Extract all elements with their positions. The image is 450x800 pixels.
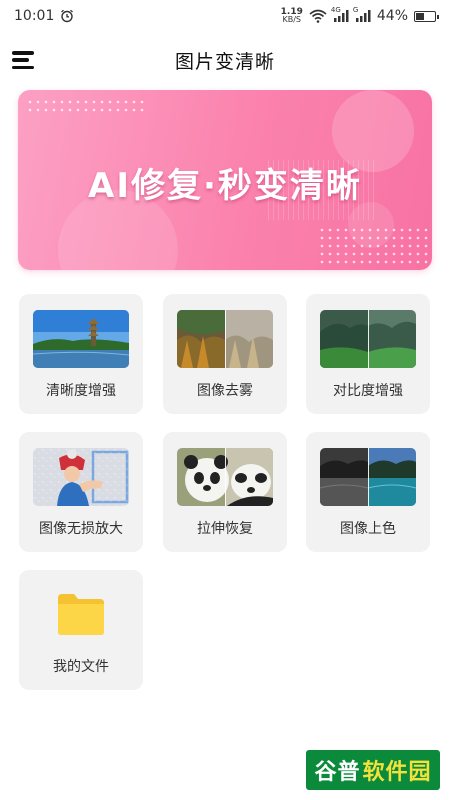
- banner-decor-dots: [318, 226, 428, 264]
- network-speed-unit: KB/S: [282, 15, 302, 24]
- signal-1-tag: 4G: [330, 6, 341, 14]
- panda-stretch-thumbnail: [177, 448, 273, 506]
- feature-label: 对比度增强: [333, 383, 403, 399]
- watermark-part-1: 谷普: [314, 760, 361, 785]
- signal-2-tag: G: [352, 6, 359, 14]
- feature-label: 清晰度增强: [46, 383, 116, 399]
- signal-strength-2: G: [353, 6, 371, 22]
- feature-colorize[interactable]: 图像上色: [306, 432, 430, 552]
- pagoda-lake-thumbnail: [33, 310, 129, 368]
- status-indicators: 1.19 KB/S 4G G 44%: [281, 6, 439, 24]
- battery-icon: [414, 10, 439, 22]
- feature-lossless-upscale[interactable]: 图像无损放大: [19, 432, 143, 552]
- upscale-child-thumbnail: [33, 448, 129, 506]
- feature-label: 拉伸恢复: [197, 521, 253, 537]
- watermark-logo: 谷普 软件园: [306, 750, 440, 790]
- alarm-clock-icon: [61, 9, 74, 23]
- wifi-icon: [309, 9, 327, 23]
- folder-icon: [58, 594, 104, 635]
- app-header: 图片变清晰: [0, 36, 450, 84]
- feature-contrast-enhance[interactable]: 对比度增强: [306, 294, 430, 414]
- feature-label: 图像去雾: [197, 383, 253, 399]
- watermark-part-2: 软件园: [362, 760, 432, 785]
- feature-label: 我的文件: [53, 659, 109, 675]
- feature-my-files[interactable]: 我的文件: [19, 570, 143, 690]
- feature-stretch-restore[interactable]: 拉伸恢复: [163, 432, 287, 552]
- page-title: 图片变清晰: [174, 50, 275, 73]
- feature-dehaze[interactable]: 图像去雾: [163, 294, 287, 414]
- network-speed: 1.19 KB/S: [281, 8, 303, 24]
- feature-sharpness-enhance[interactable]: 清晰度增强: [19, 294, 143, 414]
- status-bar: 10:01 1.19 KB/S 4G G 44%: [0, 0, 450, 32]
- status-time: 10:01: [14, 8, 55, 24]
- promo-banner[interactable]: AI修复·秒变清晰: [18, 90, 432, 270]
- dehaze-forest-thumbnail: [177, 310, 273, 368]
- banner-decor-dots: [26, 98, 146, 116]
- battery-percent: 44%: [376, 8, 408, 24]
- signal-strength-1: 4G: [331, 6, 349, 22]
- feature-label: 图像无损放大: [39, 521, 123, 537]
- hamburger-menu-icon[interactable]: [12, 51, 34, 69]
- feature-label: 图像上色: [340, 521, 396, 537]
- banner-headline: AI修复·秒变清晰: [88, 166, 362, 206]
- battery-fill: [416, 12, 424, 20]
- contrast-valley-thumbnail: [320, 310, 416, 368]
- colorize-lake-thumbnail: [320, 448, 416, 506]
